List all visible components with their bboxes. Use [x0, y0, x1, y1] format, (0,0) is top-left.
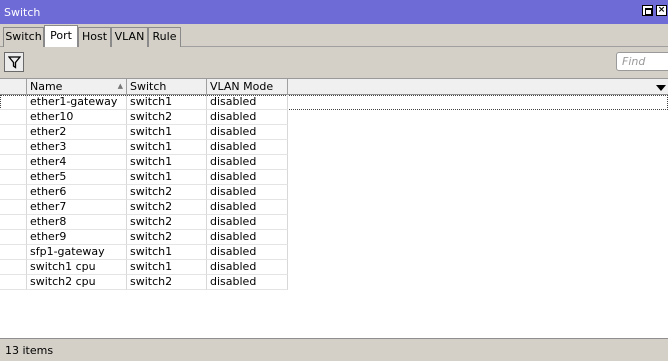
port-vlan-mode: disabled — [207, 275, 288, 290]
table-row[interactable]: ether9 switch2 disabled — [0, 230, 668, 245]
table-row[interactable]: switch1 cpu switch1 disabled — [0, 260, 668, 275]
table-row[interactable]: ether8 switch2 disabled — [0, 215, 668, 230]
port-vlan-mode: disabled — [207, 155, 288, 170]
header-selector[interactable] — [0, 79, 27, 95]
port-name: switch2 cpu — [27, 275, 127, 290]
table-row[interactable]: switch2 cpu switch2 disabled — [0, 275, 668, 290]
tab-host[interactable]: Host — [78, 27, 111, 47]
port-switch: switch2 — [127, 110, 207, 125]
filter-icon — [8, 56, 21, 69]
table-row[interactable]: ether2 switch1 disabled — [0, 125, 668, 140]
sort-ascending-icon: ▲ — [117, 82, 123, 90]
toolbar — [0, 47, 668, 78]
filter-button[interactable] — [4, 52, 24, 72]
find-input[interactable]: Find — [616, 52, 668, 71]
port-name: ether2 — [27, 125, 127, 140]
port-name: ether1-gateway — [27, 95, 127, 110]
column-header-switch[interactable]: Switch — [127, 79, 207, 95]
port-switch: switch1 — [127, 155, 207, 170]
tab-bar: Switch Port Host VLAN Rule — [0, 24, 668, 47]
port-name: ether7 — [27, 200, 127, 215]
port-switch: switch2 — [127, 230, 207, 245]
port-switch: switch1 — [127, 140, 207, 155]
port-vlan-mode: disabled — [207, 110, 288, 125]
port-name: ether9 — [27, 230, 127, 245]
port-name: ether6 — [27, 185, 127, 200]
table-row[interactable]: ether7 switch2 disabled — [0, 200, 668, 215]
port-switch: switch1 — [127, 170, 207, 185]
port-vlan-mode: disabled — [207, 260, 288, 275]
table-row[interactable]: ether1-gateway switch1 disabled — [0, 95, 668, 110]
table-body: ether1-gateway switch1 disabled ether10 … — [0, 95, 668, 290]
port-name: ether10 — [27, 110, 127, 125]
window-titlebar: Switch × — [0, 0, 668, 24]
port-switch: switch2 — [127, 200, 207, 215]
port-switch: switch2 — [127, 215, 207, 230]
port-vlan-mode: disabled — [207, 185, 288, 200]
port-vlan-mode: disabled — [207, 200, 288, 215]
close-window-icon[interactable]: × — [656, 5, 667, 16]
restore-window-icon[interactable] — [642, 5, 653, 16]
port-name: switch1 cpu — [27, 260, 127, 275]
table-header: Name ▲ Switch VLAN Mode — [0, 79, 668, 95]
port-name: ether4 — [27, 155, 127, 170]
ports-table: Name ▲ Switch VLAN Mode ether1-gateway s… — [0, 78, 668, 338]
status-bar: 13 items — [0, 338, 668, 361]
table-row[interactable]: ether10 switch2 disabled — [0, 110, 668, 125]
port-name: sfp1-gateway — [27, 245, 127, 260]
port-switch: switch1 — [127, 125, 207, 140]
tab-port[interactable]: Port — [44, 25, 78, 47]
port-switch: switch1 — [127, 95, 207, 110]
port-vlan-mode: disabled — [207, 140, 288, 155]
table-row[interactable]: sfp1-gateway switch1 disabled — [0, 245, 668, 260]
table-row[interactable]: ether6 switch2 disabled — [0, 185, 668, 200]
tab-switch[interactable]: Switch — [3, 27, 44, 47]
port-vlan-mode: disabled — [207, 230, 288, 245]
port-switch: switch2 — [127, 275, 207, 290]
window-title: Switch — [4, 6, 41, 19]
table-row[interactable]: ether5 switch1 disabled — [0, 170, 668, 185]
port-vlan-mode: disabled — [207, 125, 288, 140]
port-switch: switch2 — [127, 185, 207, 200]
item-count: 13 items — [5, 344, 54, 357]
column-header-name[interactable]: Name ▲ — [27, 79, 127, 95]
port-switch: switch1 — [127, 260, 207, 275]
table-row[interactable]: ether4 switch1 disabled — [0, 155, 668, 170]
port-name: ether8 — [27, 215, 127, 230]
column-menu-arrow-icon[interactable] — [654, 80, 668, 94]
port-vlan-mode: disabled — [207, 170, 288, 185]
tab-vlan[interactable]: VLAN — [111, 27, 148, 47]
column-header-vlan-mode[interactable]: VLAN Mode — [207, 79, 288, 95]
port-vlan-mode: disabled — [207, 215, 288, 230]
column-header-label: Name — [30, 80, 63, 93]
table-row[interactable]: ether3 switch1 disabled — [0, 140, 668, 155]
tab-rule[interactable]: Rule — [148, 27, 181, 47]
port-vlan-mode: disabled — [207, 95, 288, 110]
port-switch: switch1 — [127, 245, 207, 260]
port-vlan-mode: disabled — [207, 245, 288, 260]
port-name: ether3 — [27, 140, 127, 155]
port-name: ether5 — [27, 170, 127, 185]
